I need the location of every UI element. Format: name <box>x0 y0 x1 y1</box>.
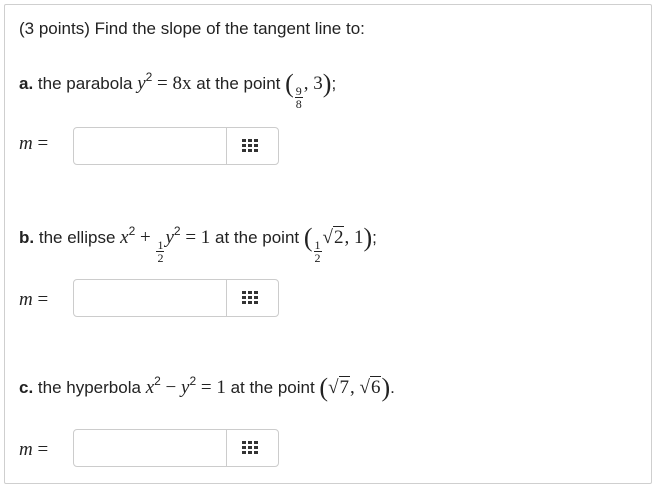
answer-c-label: m = <box>19 439 49 460</box>
part-a-prompt: a. the parabola y2 = 8x at the point (9 8… <box>19 69 337 111</box>
answer-b-label: m = <box>19 289 49 310</box>
answer-c-input[interactable] <box>74 430 226 466</box>
keypad-icon[interactable] <box>242 441 260 456</box>
question-card: (3 points) Find the slope of the tangent… <box>4 4 652 484</box>
answer-b-box <box>73 279 279 317</box>
keypad-icon[interactable] <box>242 291 260 306</box>
question-header: (3 points) Find the slope of the tangent… <box>19 19 365 38</box>
part-a-label: a. <box>19 74 34 93</box>
part-b-label: b. <box>19 228 35 247</box>
answer-a-label: m = <box>19 133 49 154</box>
part-c-label: c. <box>19 378 34 397</box>
part-c-prompt: c. the hyperbola x2 − y2 = 1 at the poin… <box>19 373 395 402</box>
part-b-prompt: b. the ellipse x2 + 1 2 y2 = 1 at the poin… <box>19 223 377 265</box>
keypad-icon[interactable] <box>242 139 260 154</box>
answer-a-box <box>73 127 279 165</box>
answer-a-input[interactable] <box>74 128 226 164</box>
answer-b-input[interactable] <box>74 280 226 316</box>
point-fraction: 98 <box>294 84 303 111</box>
answer-c-box <box>73 429 279 467</box>
